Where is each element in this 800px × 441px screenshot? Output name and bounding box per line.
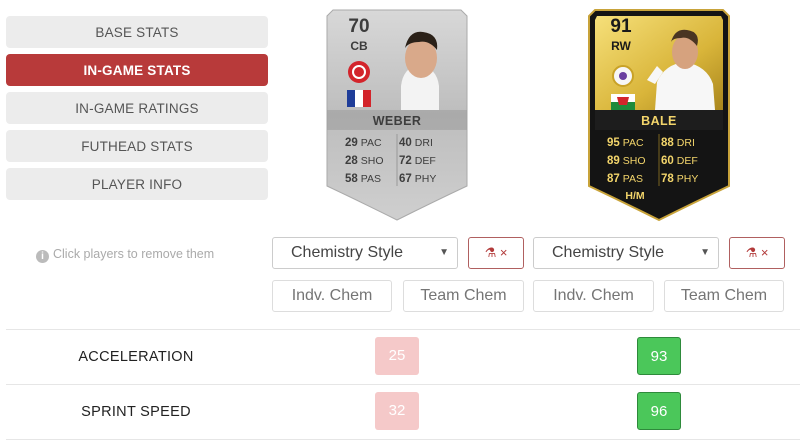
stat-label: PHY <box>414 173 437 185</box>
chemistry-style-value: Chemistry Style <box>291 244 404 261</box>
tab-player-info[interactable]: PLAYER INFO <box>6 168 268 200</box>
chemistry-style-select-bale[interactable]: Chemistry Style ▼ <box>533 237 719 269</box>
stat-label: PAC <box>622 137 644 149</box>
player-card-bale[interactable]: 91 RW BALE 95 PAC 88 DRI 89 SHO 60 DEF 87 PAS… <box>585 6 733 224</box>
indv-chem-input-bale[interactable] <box>533 280 654 312</box>
stat-value-bale-acceleration: 93 <box>637 337 681 375</box>
team-chem-input-bale[interactable] <box>664 280 784 312</box>
clear-chemistry-button-bale[interactable]: ⚗ × <box>729 237 785 269</box>
stat-label: DEF <box>676 155 698 167</box>
team-chem-input-weber[interactable] <box>403 280 524 312</box>
stat-label: PAC <box>360 137 382 149</box>
stat-value: 58 <box>345 173 358 185</box>
stat-name-sprint-speed: SPRINT SPEED <box>81 404 191 420</box>
chemistry-style-select-weber[interactable]: Chemistry Style ▼ <box>272 237 458 269</box>
clear-label: × <box>760 245 769 260</box>
stat-value: 88 <box>661 137 674 149</box>
nation-flag-icon <box>611 94 635 110</box>
stat-label: SHO <box>360 155 384 167</box>
stat-label: PAS <box>360 173 382 185</box>
stat-label: DEF <box>414 155 436 167</box>
chemistry-style-value: Chemistry Style <box>552 244 665 261</box>
tab-in-game-stats[interactable]: IN-GAME STATS <box>6 54 268 86</box>
divider <box>6 384 800 385</box>
stats-tab-menu: BASE STATS IN-GAME STATS IN-GAME RATINGS… <box>6 16 268 206</box>
stat-value: 72 <box>399 155 412 167</box>
player-name: WEBER <box>372 114 422 128</box>
stat-value-bale-sprint-speed: 96 <box>637 392 681 430</box>
tab-futhead-stats[interactable]: FUTHEAD STATS <box>6 130 268 162</box>
divider <box>6 439 800 440</box>
club-badge-icon <box>612 65 634 87</box>
stat-value: 60 <box>661 155 674 167</box>
hint-text: Click players to remove them <box>53 247 215 261</box>
stat-name-acceleration: ACCELERATION <box>78 349 194 365</box>
card-stats: 95 PAC 88 DRI 89 SHO 60 DEF 87 PAS 78 PHY <box>607 134 715 188</box>
player-position: RW <box>611 39 631 53</box>
player-rating: 70 <box>348 16 370 37</box>
stat-value: 28 <box>345 155 358 167</box>
stat-label: DRI <box>676 137 695 149</box>
stat-value: 95 <box>607 137 620 149</box>
player-name: BALE <box>641 114 677 128</box>
indv-chem-input-weber[interactable] <box>272 280 392 312</box>
tab-base-stats[interactable]: BASE STATS <box>6 16 268 48</box>
stat-value: 89 <box>607 155 620 167</box>
stat-value: 67 <box>399 173 412 185</box>
player-card-weber[interactable]: 70 CB WEBER 29 PAC 40 DRI 28 SHO 72 DEF 58 PA… <box>323 6 471 224</box>
stat-value: 87 <box>607 173 620 185</box>
remove-players-hint: i Click players to remove them <box>36 247 214 263</box>
stat-label: PHY <box>676 173 699 185</box>
card-stats: 29 PAC 40 DRI 28 SHO 72 DEF 58 PAS 67 PHY <box>345 134 453 188</box>
clear-chemistry-button-weber[interactable]: ⚗ × <box>468 237 524 269</box>
stat-label: SHO <box>622 155 646 167</box>
club-badge-icon <box>348 61 370 83</box>
nation-flag-icon <box>347 90 371 107</box>
flask-icon: ⚗ <box>484 245 497 260</box>
stat-value: 29 <box>345 137 358 149</box>
divider <box>6 329 800 330</box>
player-position: CB <box>350 39 368 53</box>
clear-label: × <box>499 245 508 260</box>
info-icon: i <box>36 250 49 263</box>
caret-down-icon: ▼ <box>700 247 710 258</box>
stat-value: 78 <box>661 173 674 185</box>
stat-label: DRI <box>414 137 433 149</box>
stat-label: PAS <box>622 173 644 185</box>
player-rating: 91 <box>610 16 632 37</box>
work-rate: H/M <box>625 190 645 202</box>
caret-down-icon: ▼ <box>439 247 449 258</box>
stat-value-weber-acceleration: 25 <box>375 337 419 375</box>
stat-value: 40 <box>399 137 412 149</box>
stat-value-weber-sprint-speed: 32 <box>375 392 419 430</box>
tab-in-game-ratings[interactable]: IN-GAME RATINGS <box>6 92 268 124</box>
flask-icon: ⚗ <box>745 245 758 260</box>
